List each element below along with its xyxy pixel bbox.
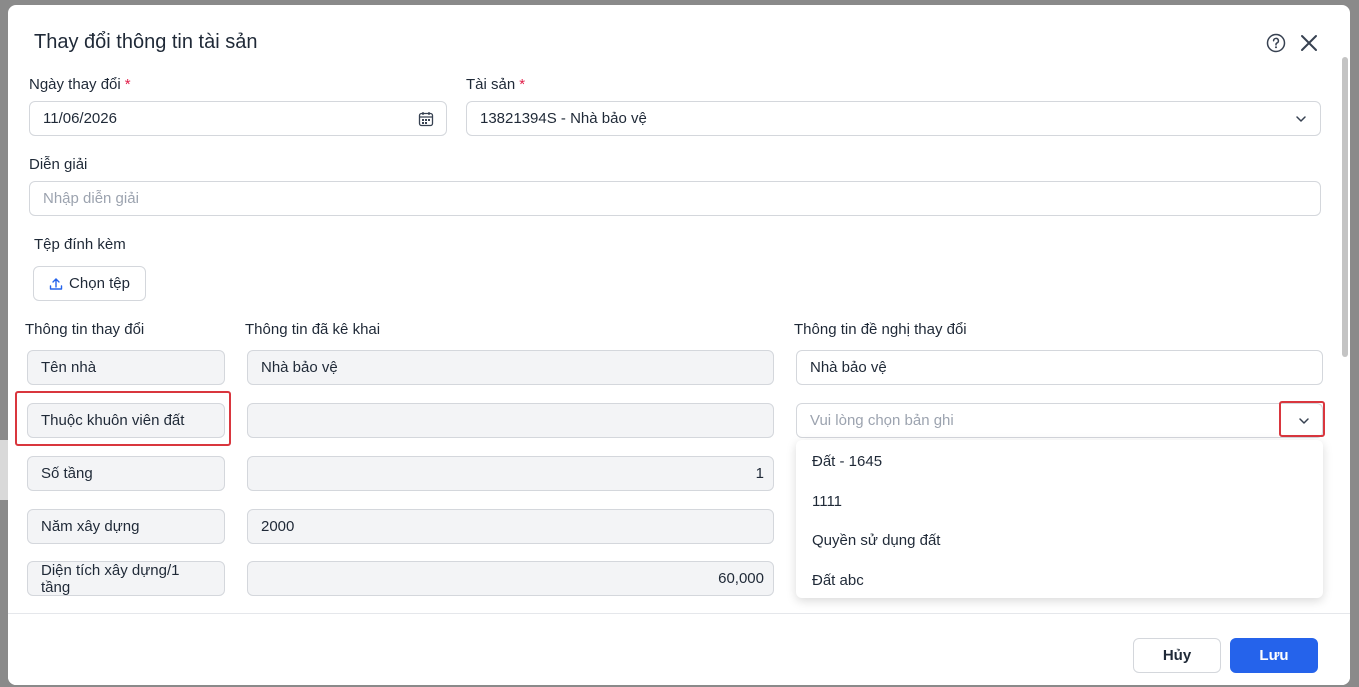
header-change-field: Thông tin thay đổi [25, 321, 145, 338]
declared-land-premises [247, 403, 774, 438]
dialog-title: Thay đổi thông tin tài sản [34, 31, 258, 53]
declared-build-year: 2000 [247, 509, 774, 544]
description-placeholder: Nhập diễn giải [43, 190, 139, 207]
field-floors: Số tầng [27, 456, 225, 491]
change-date-input[interactable]: 11/06/2026 [29, 101, 447, 136]
attachment-label: Tệp đính kèm [34, 236, 126, 253]
land-premises-dropdown: Đất - 1645 1111 Quyền sử dụng đất Đất ab… [796, 440, 1323, 598]
description-label: Diễn giải [29, 156, 88, 173]
upload-icon [49, 277, 63, 290]
choose-file-label: Chọn tệp [69, 275, 130, 292]
land-premises-placeholder: Vui lòng chọn bản ghi [810, 412, 954, 429]
proposed-land-premises-select[interactable]: Vui lòng chọn bản ghi [796, 403, 1323, 438]
highlight-dropdown-toggle [1279, 401, 1325, 437]
header-declared-info: Thông tin đã kê khai [245, 321, 381, 338]
save-button[interactable]: Lưu [1230, 638, 1318, 673]
asset-label: Tài sản * [466, 76, 526, 93]
field-floor-area: Diện tích xây dựng/1 tầng [27, 561, 225, 596]
asset-value: 13821394S - Nhà bảo vệ [480, 110, 647, 127]
highlight-land-premises-field [15, 391, 231, 446]
help-icon[interactable] [1264, 31, 1288, 55]
dropdown-option[interactable]: 1111 [796, 482, 1323, 522]
background-page-edge [0, 440, 8, 500]
dropdown-option[interactable]: Đất - 1645 [796, 442, 1323, 482]
field-build-year: Năm xây dựng [27, 509, 225, 544]
header-proposed-info: Thông tin đề nghị thay đổi [794, 321, 967, 338]
dropdown-option[interactable]: Quyền sử dụng đất [796, 521, 1323, 561]
cancel-button[interactable]: Hủy [1133, 638, 1221, 673]
dropdown-option[interactable]: Đất abc [796, 561, 1323, 601]
calendar-icon[interactable] [418, 111, 434, 127]
asset-select[interactable]: 13821394S - Nhà bảo vệ [466, 101, 1321, 136]
description-input[interactable]: Nhập diễn giải [29, 181, 1321, 216]
field-house-name: Tên nhà [27, 350, 225, 385]
change-date-value: 11/06/2026 [43, 110, 117, 127]
choose-file-button[interactable]: Chọn tệp [33, 266, 146, 301]
declared-floors: 1 [247, 456, 774, 491]
close-icon[interactable] [1297, 31, 1321, 55]
declared-house-name: Nhà bảo vệ [247, 350, 774, 385]
proposed-house-name-input[interactable]: Nhà bảo vệ [796, 350, 1323, 385]
dialog-footer: Hủy Lưu [8, 613, 1350, 685]
change-date-label: Ngày thay đổi * [29, 76, 131, 93]
vertical-scrollbar[interactable] [1342, 57, 1348, 357]
declared-floor-area: 60,000 [247, 561, 774, 596]
change-asset-dialog: Thay đổi thông tin tài sản Ngày thay đổi… [8, 5, 1350, 685]
chevron-down-icon[interactable] [1294, 112, 1308, 126]
